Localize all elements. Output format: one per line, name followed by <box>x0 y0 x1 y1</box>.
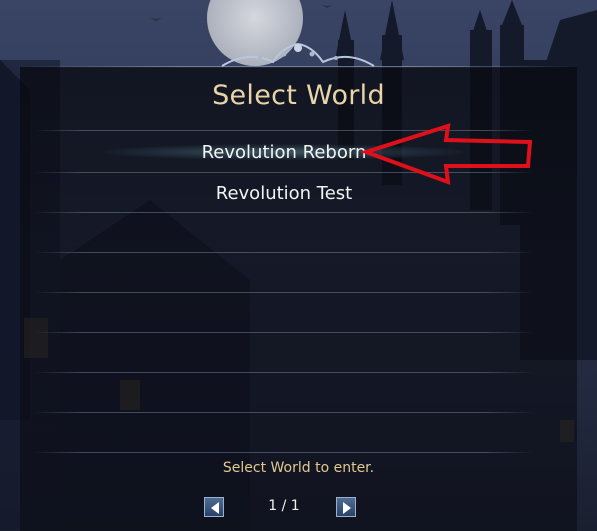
world-item-label: Revolution Test <box>215 182 353 204</box>
triangle-left-icon <box>211 502 219 514</box>
world-select-dialog: Select World Revolution Reborn Revolutio… <box>20 0 577 531</box>
world-item-empty[interactable] <box>34 373 534 413</box>
world-item-empty[interactable] <box>34 333 534 373</box>
world-item-empty[interactable] <box>34 213 534 253</box>
world-item-empty[interactable] <box>34 253 534 293</box>
world-item-empty[interactable] <box>34 293 534 333</box>
next-page-button[interactable] <box>336 497 356 517</box>
list-divider <box>34 452 534 453</box>
world-item-empty[interactable] <box>34 413 534 453</box>
hint-text: Select World to enter. <box>222 460 375 476</box>
page-indicator: 1 / 1 <box>268 498 300 514</box>
prev-page-button[interactable] <box>204 497 224 517</box>
dialog-title: Select World <box>212 80 385 111</box>
world-item-label: Revolution Reborn <box>201 141 367 163</box>
pager: 1 / 1 <box>204 497 364 519</box>
red-arrow-annotation-icon <box>360 123 533 186</box>
triangle-right-icon <box>343 502 351 514</box>
